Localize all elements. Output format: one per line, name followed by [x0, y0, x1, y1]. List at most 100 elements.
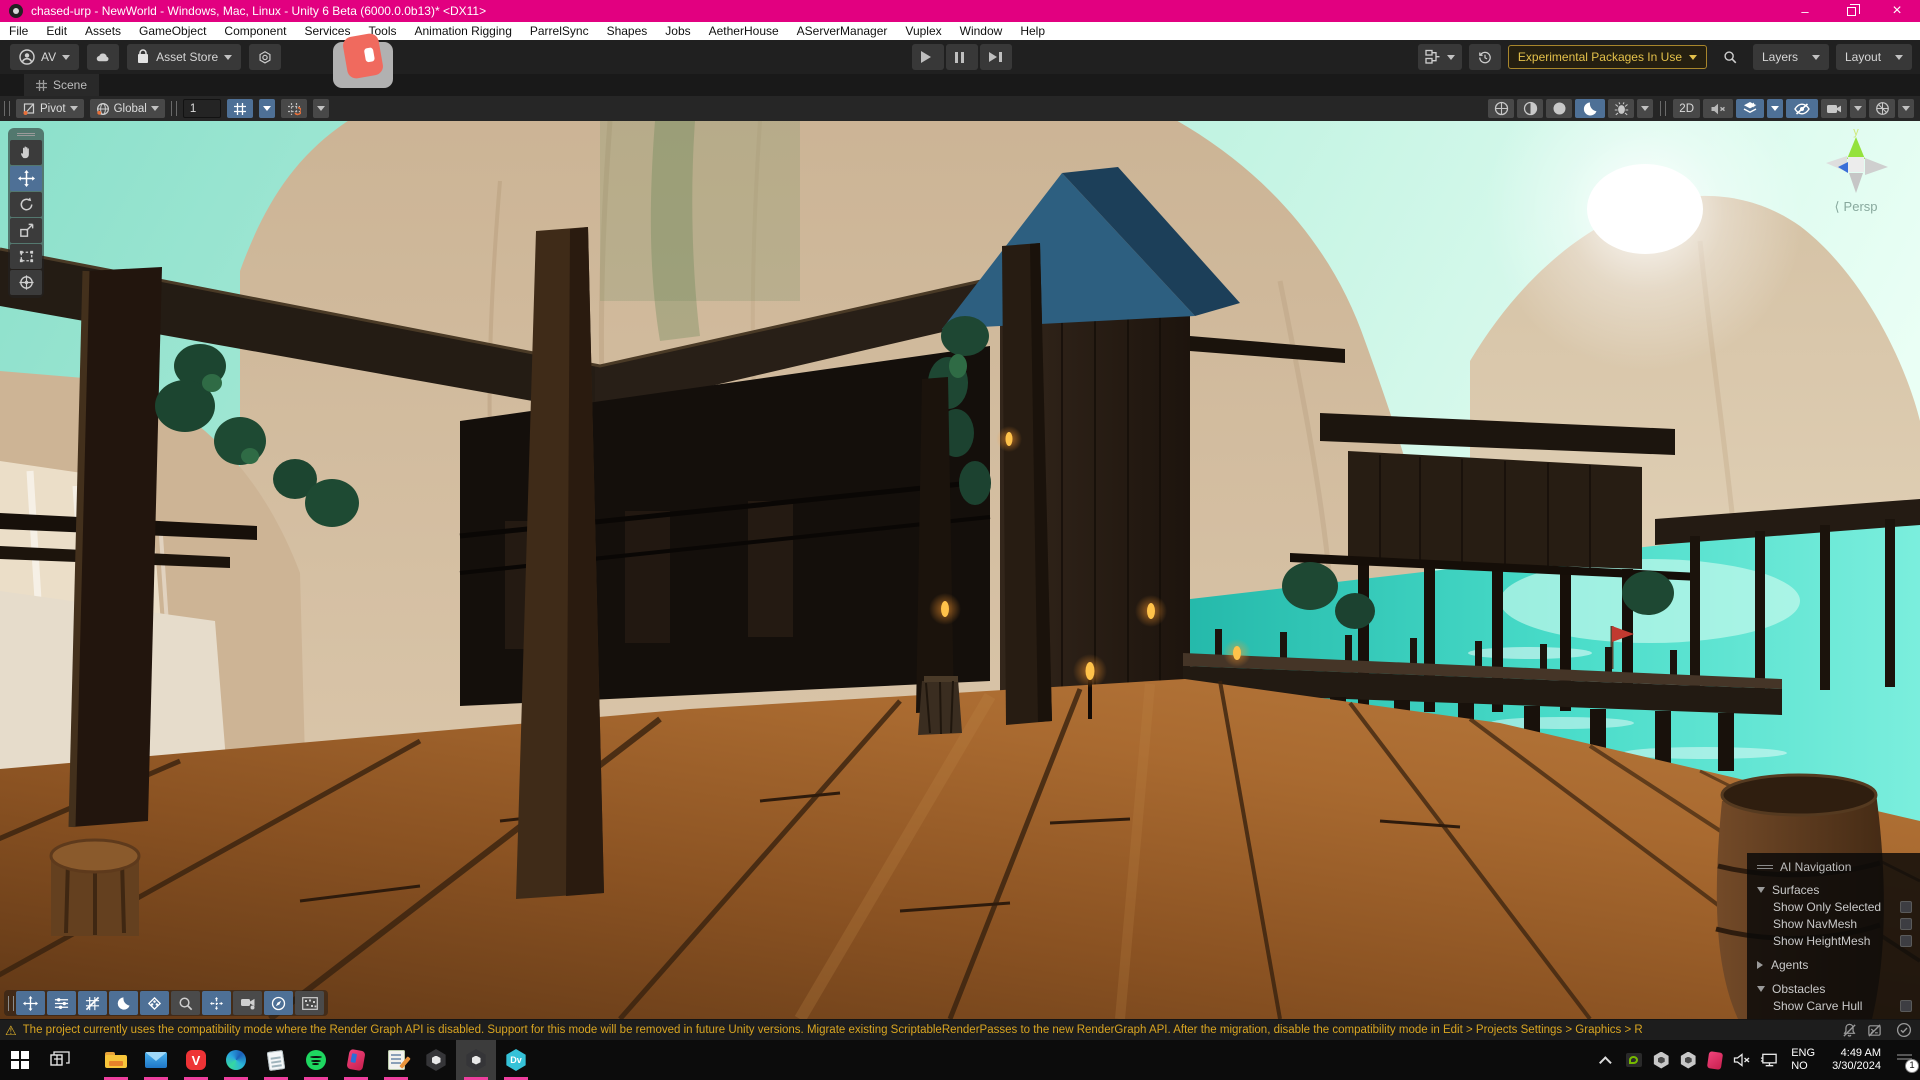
taskbar-edge[interactable] [216, 1040, 256, 1080]
show-only-selected-checkbox[interactable] [1900, 901, 1912, 913]
perspective-toggle[interactable]: ⟨Persp [1814, 199, 1898, 215]
overlay-snap-button[interactable] [202, 991, 231, 1015]
language-indicator[interactable]: ENG NO [1787, 1047, 1819, 1073]
tray-pink-app[interactable] [1706, 1051, 1724, 1069]
tray-network[interactable] [1760, 1051, 1778, 1069]
clock[interactable]: 4:49 AM 3/30/2024 [1828, 1047, 1885, 1073]
lighting-toggle-button[interactable] [1575, 99, 1605, 118]
menu-file[interactable]: File [0, 22, 37, 40]
taskbar-davinci[interactable]: Dv [496, 1040, 536, 1080]
shaded-wireframe-button[interactable] [1517, 99, 1543, 118]
overlay-drag-handle[interactable] [8, 996, 14, 1011]
dock-stand[interactable] [918, 676, 962, 735]
console-muted-icon[interactable] [1867, 1023, 1882, 1038]
tray-unity-1[interactable] [1652, 1051, 1670, 1069]
debug-button[interactable] [1608, 99, 1634, 118]
overlay-probes-button[interactable] [140, 991, 169, 1015]
menu-aetherhouse[interactable]: AetherHouse [700, 22, 788, 40]
overlay-lighting-button[interactable] [109, 991, 138, 1015]
menu-window[interactable]: Window [951, 22, 1012, 40]
toolbar-drag-handle[interactable] [171, 101, 177, 116]
taskbar-file-explorer[interactable] [96, 1040, 136, 1080]
console-warning-bar[interactable]: ⚠ The project currently uses the compati… [0, 1019, 1920, 1040]
version-control-button[interactable] [249, 44, 281, 70]
obstacles-section-toggle[interactable]: Obstacles [1747, 980, 1920, 997]
overlay-navigation-button[interactable] [264, 991, 293, 1015]
effects-dropdown[interactable] [1767, 99, 1783, 118]
effects-button[interactable] [1736, 99, 1764, 118]
transform-tool-button[interactable] [10, 270, 42, 295]
overlay-camera-button[interactable] [233, 991, 262, 1015]
menu-jobs[interactable]: Jobs [656, 22, 699, 40]
menu-help[interactable]: Help [1011, 22, 1054, 40]
menu-assets[interactable]: Assets [76, 22, 130, 40]
tray-unity-2[interactable] [1679, 1051, 1697, 1069]
visibility-toggle-button[interactable] [1786, 99, 1818, 118]
overlay-settings-button[interactable] [47, 991, 76, 1015]
overlay-move-button[interactable] [16, 991, 45, 1015]
cloud-button[interactable] [87, 44, 119, 70]
pause-button[interactable] [946, 44, 978, 70]
undo-history-button[interactable] [1469, 44, 1501, 70]
show-heightmesh-checkbox[interactable] [1900, 935, 1912, 947]
menu-component[interactable]: Component [215, 22, 295, 40]
toolbar-drag-handle[interactable] [4, 101, 10, 116]
taskbar-mail[interactable] [136, 1040, 176, 1080]
wood-stump[interactable] [51, 840, 139, 936]
move-tool-button[interactable] [10, 166, 42, 191]
show-carve-hull-checkbox[interactable] [1900, 1000, 1912, 1012]
tab-scene[interactable]: Scene [24, 74, 99, 96]
account-dropdown[interactable]: AV [10, 44, 79, 70]
panel-drag-handle[interactable] [1757, 865, 1773, 869]
step-button[interactable] [980, 44, 1012, 70]
tray-expand-button[interactable] [1598, 1051, 1616, 1069]
snap-increment-button[interactable] [227, 99, 253, 118]
tray-nvidia[interactable] [1625, 1051, 1643, 1069]
restore-button[interactable] [1828, 0, 1874, 22]
orientation-gizmo[interactable]: y ⟨Persp [1814, 125, 1898, 215]
camera-view-button[interactable] [1821, 99, 1847, 118]
show-navmesh-checkbox[interactable] [1900, 918, 1912, 930]
overlay-grid-toggle-button[interactable] [78, 991, 107, 1015]
taskbar-notepad[interactable] [256, 1040, 296, 1080]
taskbar-unity-hub[interactable] [416, 1040, 456, 1080]
menu-vuplex[interactable]: Vuplex [896, 22, 950, 40]
menu-animation-rigging[interactable]: Animation Rigging [405, 22, 520, 40]
global-dropdown[interactable]: Global [90, 99, 165, 118]
pivot-dropdown[interactable]: Pivot [16, 99, 84, 118]
taskbar-unity-editor[interactable] [456, 1040, 496, 1080]
layers-dropdown[interactable]: Layers [1753, 44, 1829, 70]
rect-tool-button[interactable] [10, 244, 42, 269]
shaded-mode-button[interactable] [1546, 99, 1572, 118]
search-button[interactable] [1714, 44, 1746, 70]
overlay-drag-handle[interactable] [17, 133, 35, 136]
taskbar-text-editor[interactable] [376, 1040, 416, 1080]
notifications-muted-icon[interactable] [1842, 1023, 1857, 1038]
notification-center-button[interactable]: 1 [1894, 1052, 1914, 1069]
render-doc-button[interactable] [1488, 99, 1514, 118]
rotate-tool-button[interactable] [10, 192, 42, 217]
toolbar-drag-handle[interactable] [1660, 101, 1666, 116]
minimize-button[interactable]: – [1782, 0, 1828, 22]
status-check-icon[interactable] [1896, 1022, 1912, 1038]
agents-section-toggle[interactable]: Agents [1747, 956, 1920, 973]
menu-gameobject[interactable]: GameObject [130, 22, 215, 40]
menu-aservermanager[interactable]: AServerManager [788, 22, 897, 40]
surfaces-section-toggle[interactable]: Surfaces [1747, 881, 1920, 898]
overlay-zoom-button[interactable] [171, 991, 200, 1015]
mode-2d-button[interactable]: 2D [1673, 99, 1700, 118]
grid-visibility-button[interactable] [281, 99, 307, 118]
gizmos-button[interactable] [1869, 99, 1895, 118]
menu-parrelsync[interactable]: ParrelSync [521, 22, 598, 40]
snap-increment-dropdown[interactable] [259, 99, 275, 118]
grid-visibility-dropdown[interactable] [313, 99, 329, 118]
tray-volume-muted[interactable] [1733, 1051, 1751, 1069]
menu-shapes[interactable]: Shapes [598, 22, 657, 40]
start-button[interactable] [0, 1040, 40, 1080]
debug-dropdown[interactable] [1637, 99, 1653, 118]
overlay-noise-button[interactable] [295, 991, 324, 1015]
play-button[interactable] [912, 44, 944, 70]
audio-mute-button[interactable] [1703, 99, 1733, 118]
experimental-packages-dropdown[interactable]: Experimental Packages In Use [1508, 45, 1707, 69]
close-button[interactable]: × [1874, 0, 1920, 22]
